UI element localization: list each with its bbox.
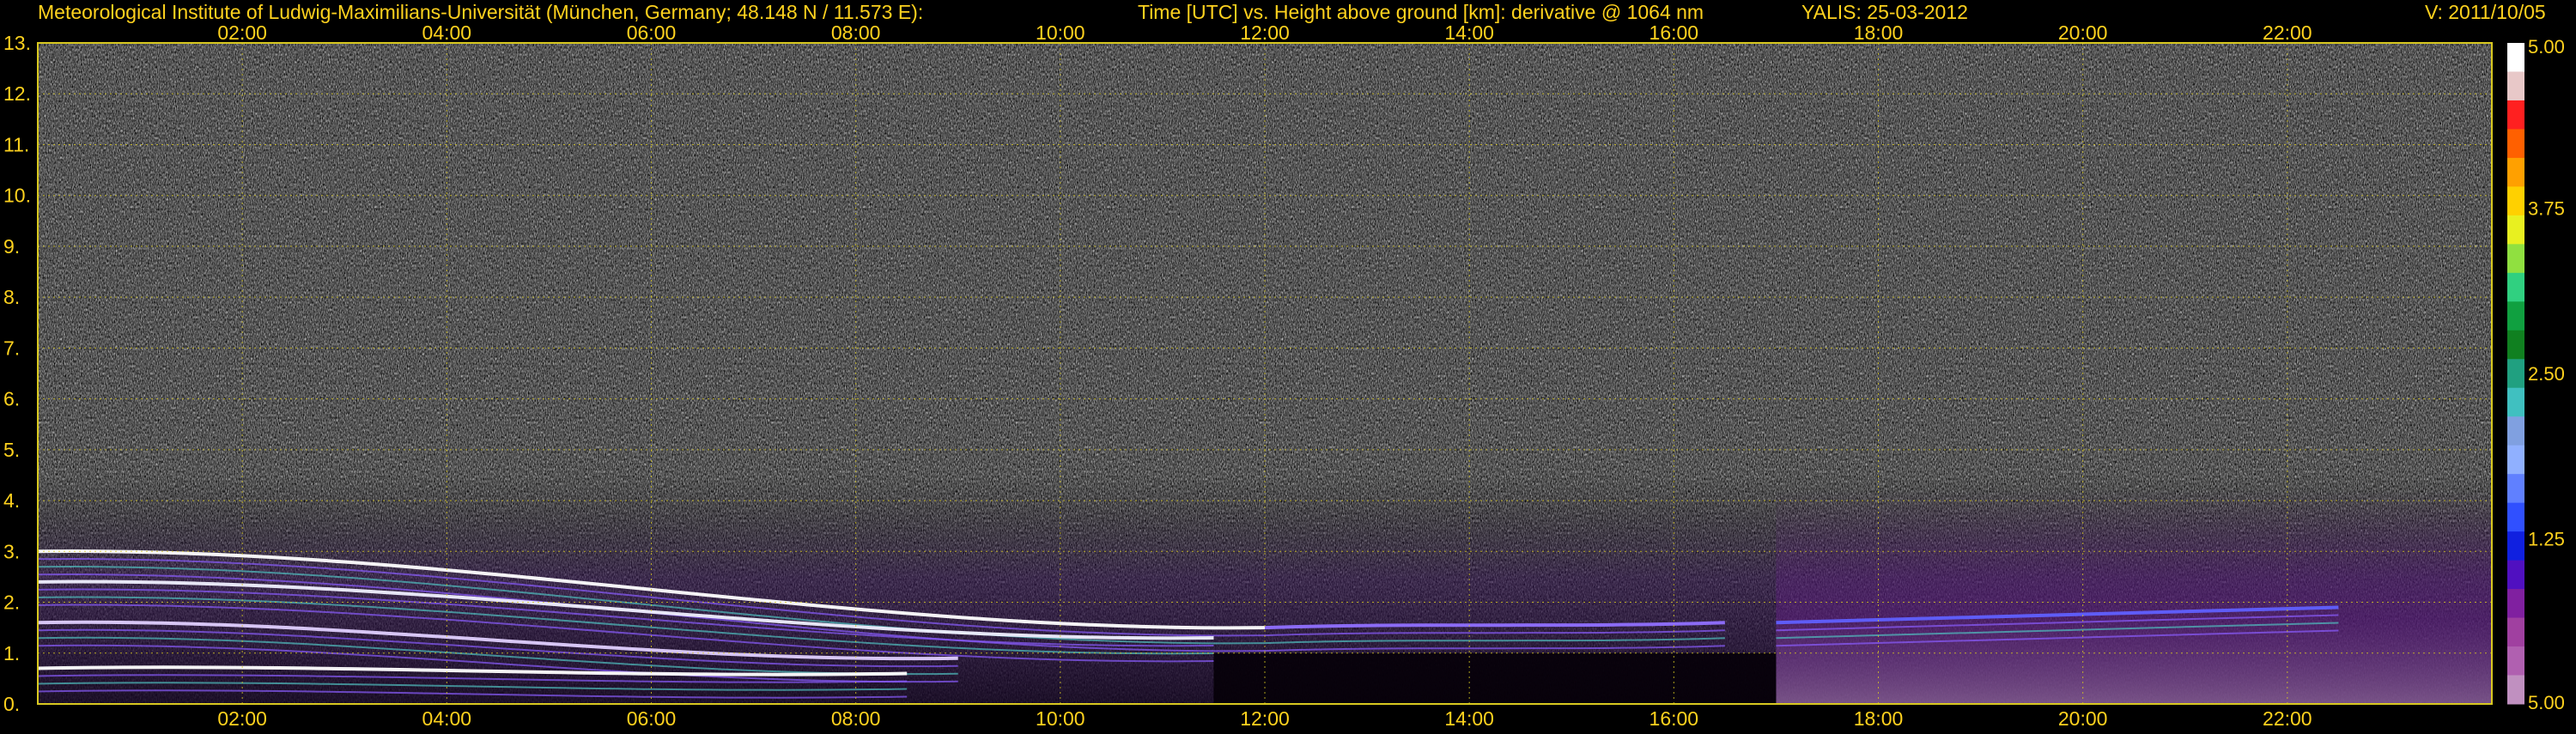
colorbar-swatch bbox=[2507, 71, 2524, 101]
x-tick-label: 12:00 bbox=[1240, 21, 1290, 44]
y-tick-label: 13. bbox=[3, 32, 31, 54]
colorbar-swatch bbox=[2507, 330, 2524, 360]
y-tick-label: 1. bbox=[3, 642, 20, 664]
colorbar-tick-label: 3.75 bbox=[2528, 198, 2565, 220]
colorbar-swatch bbox=[2507, 359, 2524, 389]
x-tick-label: 06:00 bbox=[627, 707, 677, 730]
x-tick-label: 02:00 bbox=[217, 707, 267, 730]
colorbar-swatch bbox=[2507, 215, 2524, 245]
x-tick-label: 20:00 bbox=[2058, 707, 2108, 730]
colorbar-swatch bbox=[2507, 617, 2524, 647]
colorbar-swatch bbox=[2507, 129, 2524, 159]
x-tick-label: 18:00 bbox=[1854, 21, 1904, 44]
x-tick-label: 14:00 bbox=[1444, 21, 1494, 44]
colorbar-swatch bbox=[2507, 646, 2524, 676]
x-tick-label: 08:00 bbox=[831, 21, 881, 44]
x-tick-label: 02:00 bbox=[217, 21, 267, 44]
colorbar-swatch bbox=[2507, 589, 2524, 619]
colorbar-swatch bbox=[2507, 675, 2524, 705]
colorbar-swatch bbox=[2507, 560, 2524, 590]
colorbar-tick-label: 5.00 bbox=[2528, 692, 2565, 713]
colorbar-swatch bbox=[2507, 100, 2524, 130]
x-tick-label: 10:00 bbox=[1036, 707, 1085, 730]
y-tick-label: 5. bbox=[3, 439, 20, 461]
colorbar-swatch bbox=[2507, 502, 2524, 532]
colorbar-swatch bbox=[2507, 301, 2524, 331]
y-tick-label: 4. bbox=[3, 489, 20, 512]
colorbar-swatch bbox=[2507, 531, 2524, 561]
y-tick-label: 7. bbox=[3, 337, 20, 359]
colorbar-swatch bbox=[2507, 387, 2524, 417]
x-tick-label: 08:00 bbox=[831, 707, 881, 730]
x-tick-label: 18:00 bbox=[1854, 707, 1904, 730]
y-tick-label: 2. bbox=[3, 591, 20, 614]
y-tick-label: 3. bbox=[3, 540, 20, 562]
chart-svg: 02:00 02:00 04:00 04:00 06:00 06:00 08:00 08:00… bbox=[3, 21, 2565, 730]
colorbar-swatch bbox=[2507, 186, 2524, 216]
y-tick-label: 12. bbox=[3, 82, 31, 105]
y-tick-label: 6. bbox=[3, 388, 20, 410]
colorbar-swatch bbox=[2507, 445, 2524, 475]
colorbar-swatch bbox=[2507, 244, 2524, 274]
colorbar-swatch bbox=[2507, 43, 2524, 72]
y-tick-label: 8. bbox=[3, 286, 20, 308]
surface-dark-region bbox=[1213, 652, 1777, 704]
colorbar-swatch bbox=[2507, 474, 2524, 504]
x-tick-label: 22:00 bbox=[2263, 707, 2312, 730]
y-tick-label: 10. bbox=[3, 185, 31, 207]
x-tick-label: 04:00 bbox=[422, 707, 472, 730]
x-tick-label: 06:00 bbox=[627, 21, 677, 44]
evening-aerosol-region bbox=[1776, 490, 2492, 704]
x-tick-label: 12:00 bbox=[1240, 707, 1290, 730]
x-tick-label: 16:00 bbox=[1649, 707, 1699, 730]
x-tick-label: 04:00 bbox=[422, 21, 472, 44]
y-tick-label: 9. bbox=[3, 235, 20, 258]
colorbar-tick-label: 2.50 bbox=[2528, 363, 2565, 385]
colorbar-swatch bbox=[2507, 157, 2524, 187]
y-tick-label: 0. bbox=[3, 693, 20, 715]
y-tick-label: 11. bbox=[3, 133, 29, 155]
lidar-chart: 02:00 02:00 04:00 04:00 06:00 06:00 08:00 08:00… bbox=[0, 0, 2576, 730]
colorbar-swatch bbox=[2507, 416, 2524, 446]
x-tick-label: 22:00 bbox=[2263, 21, 2312, 44]
colorbar-tick-label: 1.25 bbox=[2528, 529, 2565, 550]
x-tick-label: 14:00 bbox=[1444, 707, 1494, 730]
x-tick-label: 10:00 bbox=[1036, 21, 1085, 44]
colorbar-swatch bbox=[2507, 272, 2524, 302]
colorbar-tick-label: 5.00 bbox=[2528, 36, 2565, 58]
x-tick-label: 20:00 bbox=[2058, 21, 2108, 44]
x-tick-label: 16:00 bbox=[1649, 21, 1699, 44]
